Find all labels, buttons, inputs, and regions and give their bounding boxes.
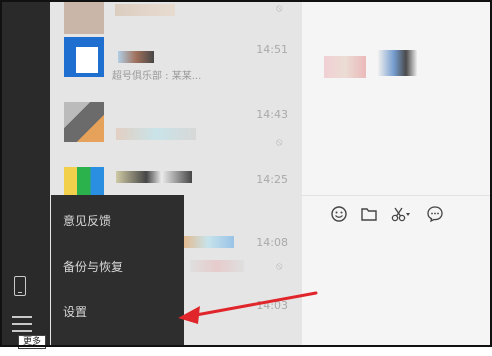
chat-time: 14:51 xyxy=(256,43,288,56)
chat-time: 14:08 xyxy=(256,236,288,249)
contact-name xyxy=(115,4,175,16)
contact-name xyxy=(118,51,154,63)
chat-item[interactable]: 14:51 超号俱乐部 : 某某... xyxy=(50,37,302,99)
contact-name xyxy=(324,56,366,78)
avatar xyxy=(64,37,104,77)
contact-name xyxy=(116,171,192,183)
menu-item-settings[interactable]: 设置 xyxy=(63,303,87,320)
contact-name xyxy=(378,50,418,76)
chat-time: 14:43 xyxy=(256,108,288,121)
chat-preview: 超号俱乐部 : 某某... xyxy=(112,71,202,82)
phone-icon[interactable] xyxy=(14,276,26,296)
mute-icon: ⦸ xyxy=(276,137,283,148)
avatar xyxy=(64,102,104,142)
scissors-icon[interactable] xyxy=(390,205,412,223)
contact-name xyxy=(190,260,244,272)
menu-item-feedback[interactable]: 意见反馈 xyxy=(63,212,111,229)
chat-item[interactable]: ⦸ xyxy=(50,0,302,40)
folder-icon[interactable] xyxy=(360,205,378,223)
avatar xyxy=(64,0,104,34)
chat-time: 14:03 xyxy=(256,299,288,312)
chat-pane xyxy=(302,0,492,347)
chat-time: 14:25 xyxy=(256,173,288,186)
menu-item-backup-restore[interactable]: 备份与恢复 xyxy=(63,258,123,275)
contact-name xyxy=(182,236,234,248)
chat-item[interactable]: 14:43 ⦸ xyxy=(50,102,302,164)
mute-icon: ⦸ xyxy=(276,261,283,272)
chat-bubble-icon[interactable] xyxy=(426,205,444,223)
menu-icon[interactable] xyxy=(12,316,32,337)
contact-name xyxy=(116,128,196,140)
emoji-icon[interactable] xyxy=(330,205,348,223)
input-divider xyxy=(302,195,492,196)
left-sidebar xyxy=(0,0,50,347)
settings-popup-menu: 意见反馈 备份与恢复 设置 xyxy=(51,195,184,347)
mute-icon: ⦸ xyxy=(276,3,283,14)
